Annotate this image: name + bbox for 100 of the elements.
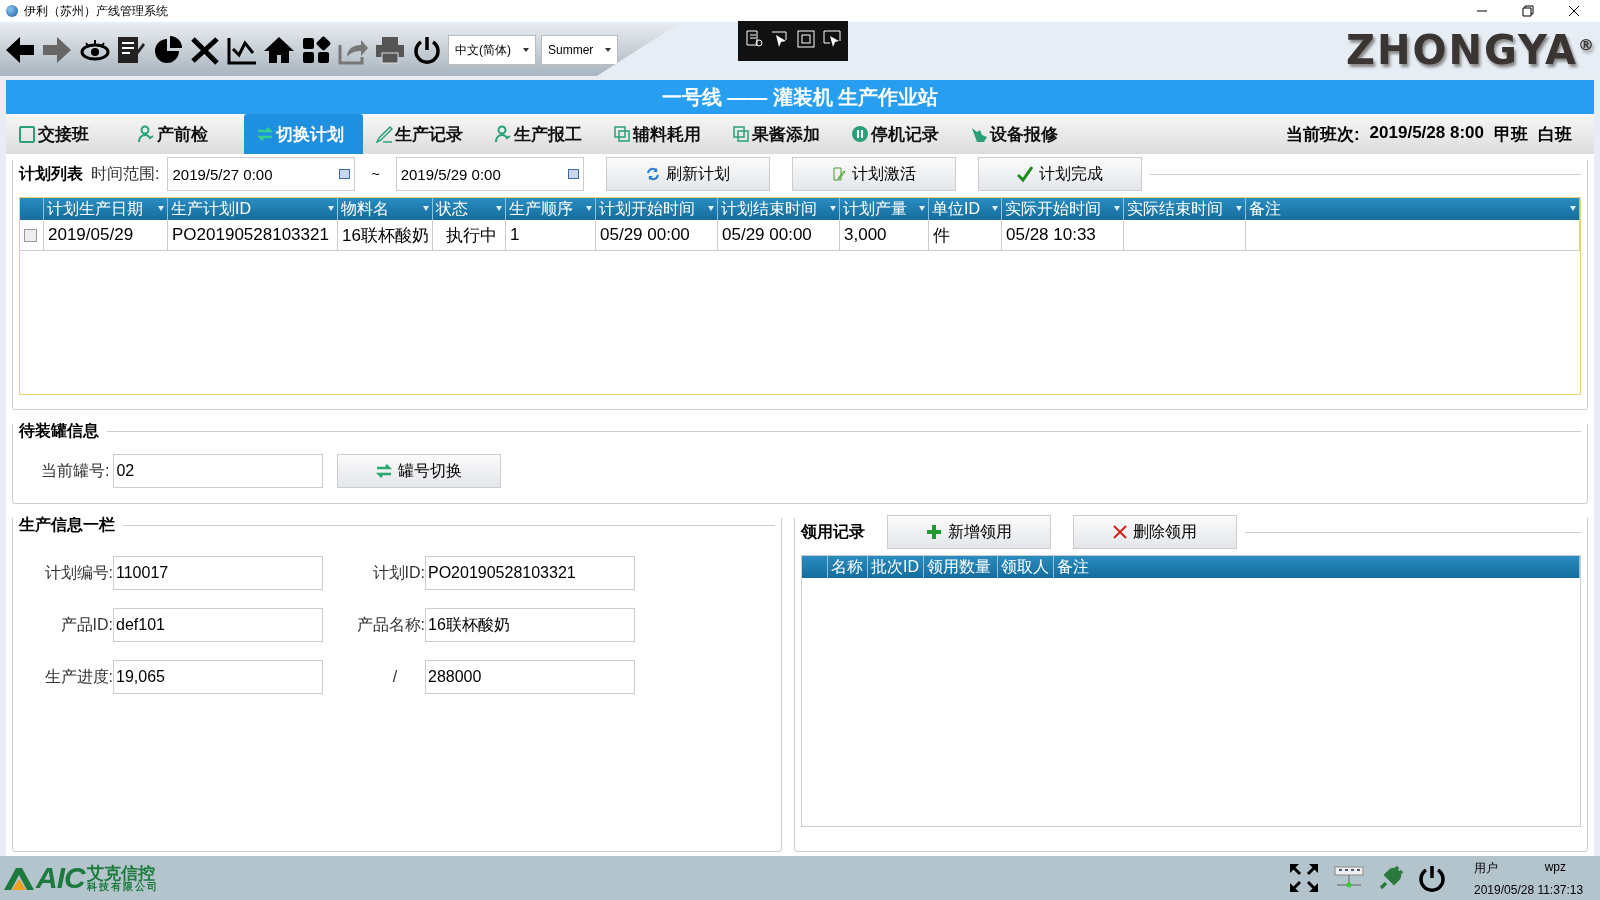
section-title: 计划列表: [19, 163, 83, 184]
swap-arrows-icon: [376, 464, 393, 478]
checkmark-icon: [1016, 166, 1033, 182]
back-arrow-icon[interactable]: [4, 35, 36, 65]
window-cursor-icon[interactable]: [822, 29, 843, 49]
column-header[interactable]: 物料名: [338, 198, 433, 220]
theme-dropdown[interactable]: Summer: [541, 35, 619, 65]
column-header[interactable]: 领取人: [998, 556, 1054, 578]
user-name: wpz: [1544, 859, 1566, 876]
refresh-icon: [645, 167, 660, 181]
tab[interactable]: 生产报工: [482, 114, 601, 154]
row-checkbox[interactable]: [24, 228, 37, 242]
filter-icon[interactable]: [708, 206, 714, 211]
user-label: 用户: [1474, 859, 1498, 877]
language-dropdown[interactable]: 中文(简体): [448, 35, 536, 65]
tab[interactable]: 辅料耗用: [601, 114, 720, 154]
filter-icon[interactable]: [992, 206, 998, 211]
field-label: 产品名称:: [355, 614, 425, 635]
caret-icon: [605, 48, 612, 52]
column-header[interactable]: 生产计划ID: [168, 198, 338, 220]
tab[interactable]: 停机记录: [839, 114, 958, 154]
input-field[interactable]: 16联杯酸奶: [425, 608, 635, 642]
swap-arrows-icon: [256, 125, 274, 143]
company-name: 艾克信控: [86, 864, 155, 882]
power-icon[interactable]: [1418, 864, 1446, 892]
filter-icon[interactable]: [919, 206, 925, 211]
table-cell-text: 件: [933, 224, 950, 247]
column-header[interactable]: 计划结束时间: [718, 198, 840, 220]
column-header[interactable]: 领用数量: [924, 556, 998, 578]
input-field[interactable]: PO20190528103321: [425, 556, 635, 590]
globe-icon: [6, 5, 18, 17]
screen-capture-icon[interactable]: [744, 29, 765, 49]
tab[interactable]: 交接班: [6, 114, 125, 154]
expand-arrows-icon[interactable]: [1288, 862, 1320, 894]
close-icon[interactable]: [1568, 5, 1580, 17]
field-label: 生产进度:: [43, 666, 113, 687]
column-header[interactable]: 备注: [1246, 198, 1580, 220]
plus-icon: [926, 524, 942, 540]
filter-icon[interactable]: [328, 206, 334, 211]
column-header[interactable]: 实际结束时间: [1124, 198, 1246, 220]
column-header[interactable]: 计划产量: [840, 198, 929, 220]
table-cell: 2019/05/29: [48, 225, 134, 245]
document-pencil-icon[interactable]: [115, 35, 147, 65]
shift-label: 当前班次:: [1285, 123, 1360, 146]
range-separator: ~: [370, 166, 381, 182]
column-header[interactable]: 计划生产日期: [44, 198, 168, 220]
column-header[interactable]: 状态: [433, 198, 506, 220]
window-title: 伊利（苏州）产线管理系统: [24, 2, 168, 20]
fullscreen-icon[interactable]: [796, 29, 817, 49]
section-title: 生产信息一栏: [19, 515, 115, 535]
action-button[interactable]: 计划完成: [977, 157, 1142, 191]
action-button[interactable]: 刷新计划: [605, 157, 770, 191]
filter-icon[interactable]: [496, 206, 502, 211]
input-field[interactable]: 288000: [425, 660, 635, 694]
filter-icon[interactable]: [1570, 206, 1576, 211]
filter-icon[interactable]: [830, 206, 836, 211]
grid-icon[interactable]: [300, 35, 332, 65]
action-button[interactable]: 计划激活: [791, 157, 956, 191]
input-field[interactable]: def101: [113, 608, 323, 642]
switch-tank-button[interactable]: 罐号切换: [337, 454, 502, 488]
filter-icon[interactable]: [1236, 206, 1242, 211]
table-cell: 05/29 00:00: [722, 225, 812, 245]
filter-icon[interactable]: [1114, 206, 1120, 211]
line-chart-icon[interactable]: [226, 35, 258, 65]
input-field[interactable]: 19,065: [113, 660, 323, 694]
action-button[interactable]: 新增领用: [887, 515, 1051, 549]
field-label: 计划ID:: [371, 562, 425, 583]
tab[interactable]: 生产记录: [363, 114, 482, 154]
column-header[interactable]: 计划开始时间: [596, 198, 718, 220]
company-logo-text: AIC: [36, 861, 85, 895]
copy-icon: [732, 125, 750, 143]
restore-icon[interactable]: [1522, 5, 1534, 17]
column-header[interactable]: 实际开始时间: [1002, 198, 1124, 220]
table-cell: 1: [510, 225, 520, 245]
forward-arrow-icon[interactable]: [41, 35, 73, 65]
printer-icon[interactable]: [374, 35, 406, 65]
tab[interactable]: 产前检: [125, 114, 244, 154]
calendar-icon[interactable]: [567, 169, 579, 179]
column-header[interactable]: 单位ID: [929, 198, 1002, 220]
tank-number-field[interactable]: 02: [113, 454, 324, 488]
home-icon[interactable]: [263, 35, 295, 65]
pie-chart-icon[interactable]: [152, 35, 184, 65]
date-field[interactable]: 2019/5/29 0:00: [395, 157, 584, 191]
tab[interactable]: 果酱添加: [720, 114, 839, 154]
power-icon[interactable]: [411, 35, 443, 65]
column-header[interactable]: 生产顺序: [506, 198, 596, 220]
calendar-icon[interactable]: [339, 169, 351, 179]
input-field[interactable]: 110017: [113, 556, 323, 590]
column-header[interactable]: 批次ID: [868, 556, 924, 578]
column-header[interactable]: 备注: [1054, 556, 1580, 578]
field-label: 计划编号:: [43, 562, 113, 583]
filter-icon[interactable]: [586, 206, 592, 211]
column-header[interactable]: 名称: [828, 556, 868, 578]
filter-icon[interactable]: [158, 206, 164, 211]
caret-icon: [523, 48, 529, 52]
action-button[interactable]: 删除领用: [1073, 515, 1237, 549]
date-field[interactable]: 2019/5/27 0:00: [167, 157, 356, 191]
edit-icon: [831, 167, 846, 181]
tab[interactable]: 设备报修: [958, 114, 1077, 154]
filter-icon[interactable]: [423, 206, 429, 211]
